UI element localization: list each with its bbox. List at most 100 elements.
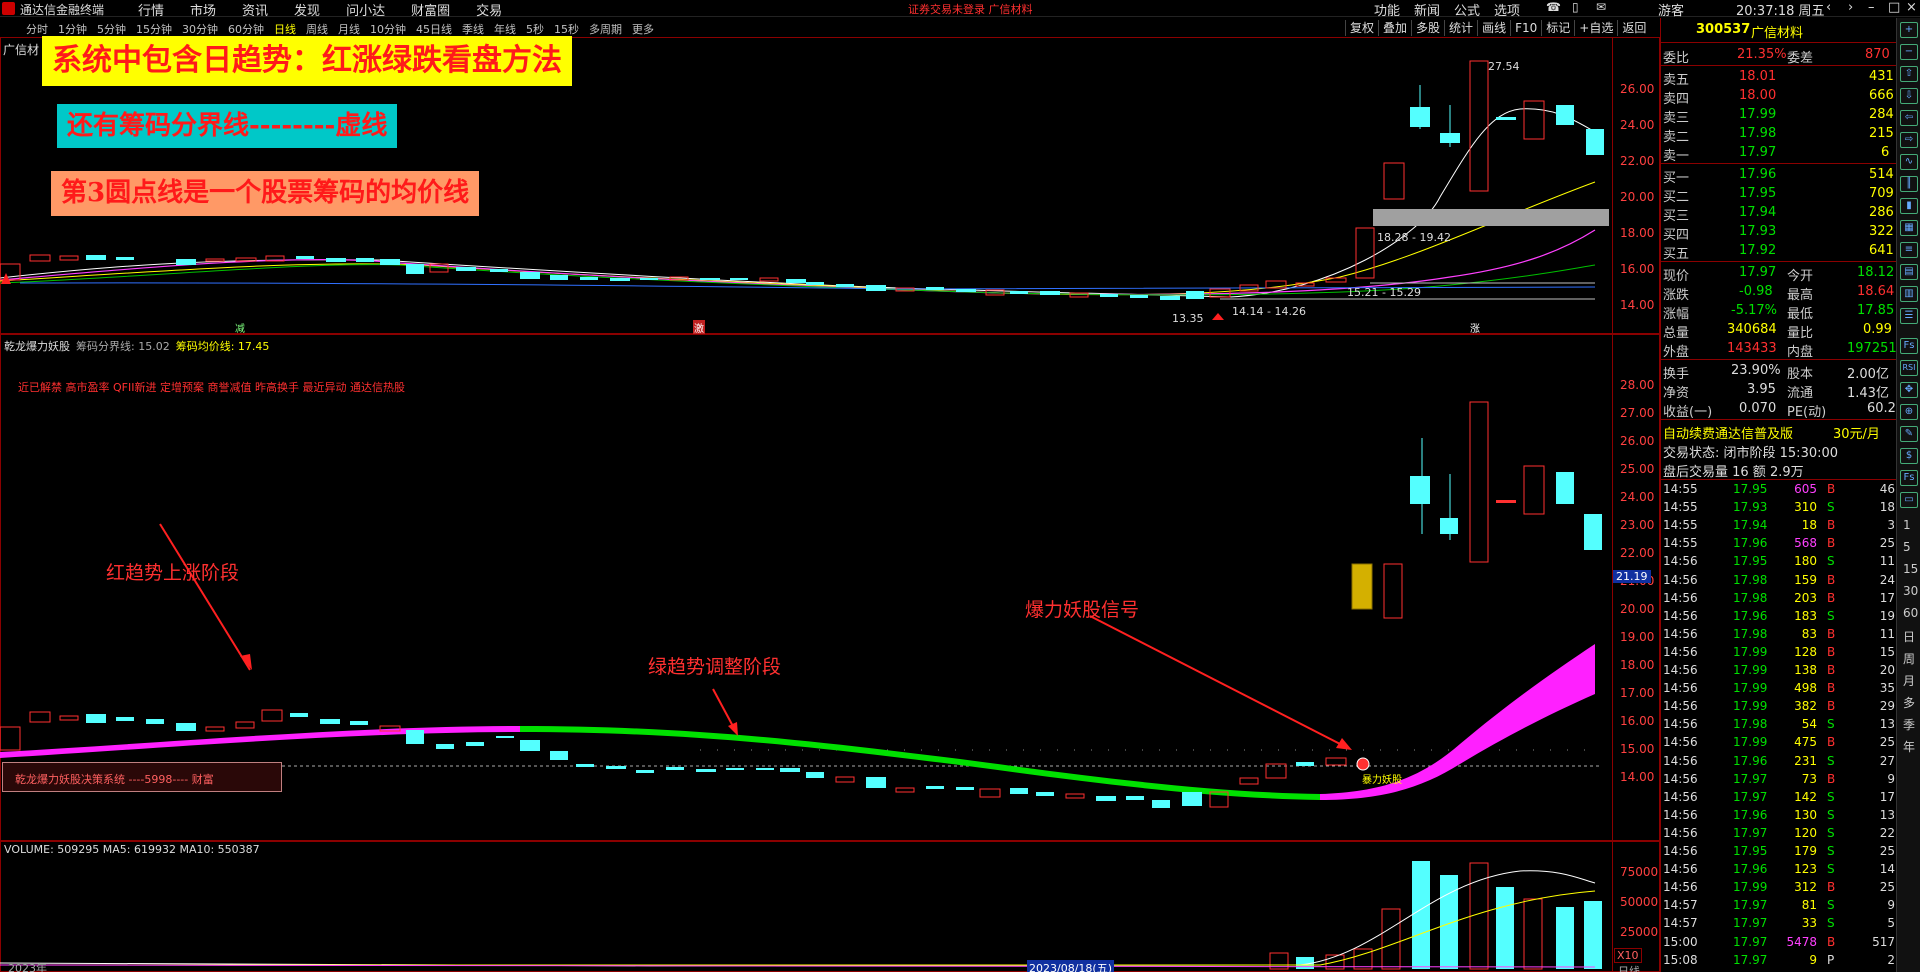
login-alert[interactable]: 证券交易未登录 广信材料 xyxy=(908,1,1033,17)
tick-row[interactable]: 14:56 17.98 54 S 13 xyxy=(1661,715,1897,733)
tick-row[interactable]: 14:56 17.99 475 B 25 xyxy=(1661,733,1897,751)
bid-row[interactable]: 买四 17.93 322 xyxy=(1661,222,1897,243)
move-icon[interactable]: ✥ xyxy=(1900,382,1918,398)
promo-row[interactable]: 自动续费通达信普及版 30元/月 xyxy=(1661,421,1897,442)
device-icon[interactable]: ▯ xyxy=(1572,0,1579,14)
pen-icon[interactable]: ✎ xyxy=(1900,426,1918,442)
tick-row[interactable]: 14:56 17.96 231 S 27 xyxy=(1661,752,1897,770)
multi-stock-button[interactable]: 多股 xyxy=(1411,20,1444,36)
f10-button[interactable]: F10 xyxy=(1510,20,1541,36)
tick-row[interactable]: 14:56 17.97 73 B 9 xyxy=(1661,770,1897,788)
tick-row[interactable]: 14:56 17.97 120 S 22 xyxy=(1661,824,1897,842)
up-arrow-icon[interactable]: ⇧ xyxy=(1900,66,1918,82)
grid-icon[interactable]: ▦ xyxy=(1900,220,1918,236)
period-10min[interactable]: 10分钟 xyxy=(370,21,406,37)
period-30min[interactable]: 30分钟 xyxy=(182,21,218,37)
period-60-shortcut[interactable]: 60 xyxy=(1903,606,1918,620)
menu-item-formula[interactable]: 公式 xyxy=(1454,0,1480,19)
add-watchlist-button[interactable]: +自选 xyxy=(1574,20,1617,36)
menu-item-quotes[interactable]: 行情 xyxy=(138,0,164,19)
line-chart-icon[interactable]: ∿ xyxy=(1900,154,1918,170)
bid-row[interactable]: 买五 17.92 641 xyxy=(1661,241,1897,262)
period-quarter[interactable]: 季线 xyxy=(462,21,484,37)
tick-row[interactable]: 14:56 17.98 203 B 17 xyxy=(1661,589,1897,607)
period-fenshi[interactable]: 分时 xyxy=(26,21,48,37)
period-week-shortcut[interactable]: 周 xyxy=(1903,650,1915,667)
return-button[interactable]: 返回 xyxy=(1617,20,1650,36)
fs-icon[interactable]: Fs xyxy=(1900,338,1918,354)
menu-item-wealth[interactable]: 财富圈 xyxy=(411,0,450,19)
period-weekly[interactable]: 周线 xyxy=(306,21,328,37)
zoom-out-icon[interactable]: − xyxy=(1900,44,1918,60)
list-icon[interactable]: ☰ xyxy=(1900,308,1918,324)
mail-icon[interactable]: ✉ xyxy=(1596,0,1606,14)
tick-row[interactable]: 14:57 17.97 33 S 5 xyxy=(1661,914,1897,932)
tick-row[interactable]: 14:56 17.96 130 S 13 xyxy=(1661,806,1897,824)
tick-row[interactable]: 14:56 17.96 183 S 19 xyxy=(1661,607,1897,625)
tick-row[interactable]: 15:00 17.97 5478 B 517 xyxy=(1661,933,1897,951)
guest-user[interactable]: 游客 xyxy=(1658,0,1684,19)
down-arrow-icon[interactable]: ⇩ xyxy=(1900,88,1918,104)
dollar-icon[interactable]: $ xyxy=(1900,448,1918,464)
maximize-icon[interactable]: □ xyxy=(1888,0,1900,15)
rsi-icon[interactable]: RSI xyxy=(1900,360,1918,376)
bid-row[interactable]: 买二 17.95 709 xyxy=(1661,184,1897,205)
tick-row[interactable]: 14:56 17.97 142 S 17 xyxy=(1661,788,1897,806)
tick-row[interactable]: 14:56 17.95 180 S 11 xyxy=(1661,552,1897,570)
period-15sec[interactable]: 15秒 xyxy=(554,21,579,37)
zoom-in-icon[interactable]: + xyxy=(1900,22,1918,38)
period-1min[interactable]: 1分钟 xyxy=(58,21,87,37)
ask-row[interactable]: 卖一 17.97 6 xyxy=(1661,143,1897,164)
tick-row[interactable]: 14:56 17.99 498 B 35 xyxy=(1661,679,1897,697)
tick-row[interactable]: 14:56 17.98 159 B 24 xyxy=(1661,571,1897,589)
left-arrow-icon[interactable]: ⇦ xyxy=(1900,110,1918,126)
ask-row[interactable]: 卖四 18.00 666 xyxy=(1661,86,1897,107)
period-30-shortcut[interactable]: 30 xyxy=(1903,584,1918,598)
draw-line-button[interactable]: 画线 xyxy=(1477,20,1510,36)
period-45day[interactable]: 45日线 xyxy=(416,21,452,37)
period-year-shortcut[interactable]: 年 xyxy=(1903,738,1915,755)
period-5-shortcut[interactable]: 5 xyxy=(1903,540,1911,554)
period-15-shortcut[interactable]: 15 xyxy=(1903,562,1918,576)
menu-item-function[interactable]: 功能 xyxy=(1374,0,1400,19)
tick-row[interactable]: 14:56 17.99 382 B 29 xyxy=(1661,697,1897,715)
system-info-box[interactable]: 乾龙爆力妖股决策系统 ----5998---- 财富 xyxy=(2,762,282,792)
period-multi[interactable]: 多周期 xyxy=(589,21,622,37)
overlay-button[interactable]: 叠加 xyxy=(1378,20,1411,36)
menu-item-news[interactable]: 资讯 xyxy=(242,0,268,19)
fuquan-button[interactable]: 复权 xyxy=(1345,20,1378,36)
tick-row[interactable]: 14:56 17.95 179 S 25 xyxy=(1661,842,1897,860)
ask-row[interactable]: 卖五 18.01 431 xyxy=(1661,67,1897,88)
tick-row[interactable]: 14:55 17.95 605 B 46 xyxy=(1661,480,1897,498)
period-year[interactable]: 年线 xyxy=(494,21,516,37)
volume-unit[interactable]: X10 xyxy=(1614,948,1642,963)
period-day-shortcut[interactable]: 日 xyxy=(1903,628,1915,645)
menu-item-options[interactable]: 选项 xyxy=(1494,0,1520,19)
tick-row[interactable]: 14:55 17.93 310 S 18 xyxy=(1661,498,1897,516)
tick-row[interactable]: 14:55 17.96 568 B 25 xyxy=(1661,534,1897,552)
crosshair-icon[interactable]: ⊕ xyxy=(1900,404,1918,420)
period-month-shortcut[interactable]: 月 xyxy=(1903,672,1915,689)
stats-button[interactable]: 统计 xyxy=(1444,20,1477,36)
tick-row[interactable]: 14:55 17.94 18 B 3 xyxy=(1661,516,1897,534)
tick-row[interactable]: 14:56 17.96 123 S 14 xyxy=(1661,860,1897,878)
period-monthly[interactable]: 月线 xyxy=(338,21,360,37)
panel-icon[interactable]: ▥ xyxy=(1900,286,1918,302)
tick-row[interactable]: 14:56 17.99 128 B 15 xyxy=(1661,643,1897,661)
menu-item-new[interactable]: 新闻 xyxy=(1414,0,1440,19)
tick-row[interactable]: 14:57 17.97 81 S 9 xyxy=(1661,896,1897,914)
forward-arrow-icon[interactable]: › xyxy=(1848,0,1853,15)
doc-icon[interactable]: ▭ xyxy=(1900,492,1918,508)
mark-button[interactable]: 标记 xyxy=(1541,20,1574,36)
menu-item-ask[interactable]: 问小达 xyxy=(346,0,385,19)
fx-icon[interactable]: Fs xyxy=(1900,470,1918,486)
tick-row[interactable]: 15:08 17.97 9 P 2 xyxy=(1661,951,1897,969)
period-multi-shortcut[interactable]: 多 xyxy=(1903,694,1915,711)
period-5sec[interactable]: 5秒 xyxy=(526,21,544,37)
bar-chart-icon[interactable]: ▮ xyxy=(1900,198,1918,214)
period-quarter-shortcut[interactable]: 季 xyxy=(1903,716,1915,733)
phone-icon[interactable]: ☎ xyxy=(1546,0,1561,14)
minimize-icon[interactable]: – xyxy=(1868,0,1875,15)
period-5min[interactable]: 5分钟 xyxy=(97,21,126,37)
close-icon[interactable]: × xyxy=(1906,0,1917,15)
